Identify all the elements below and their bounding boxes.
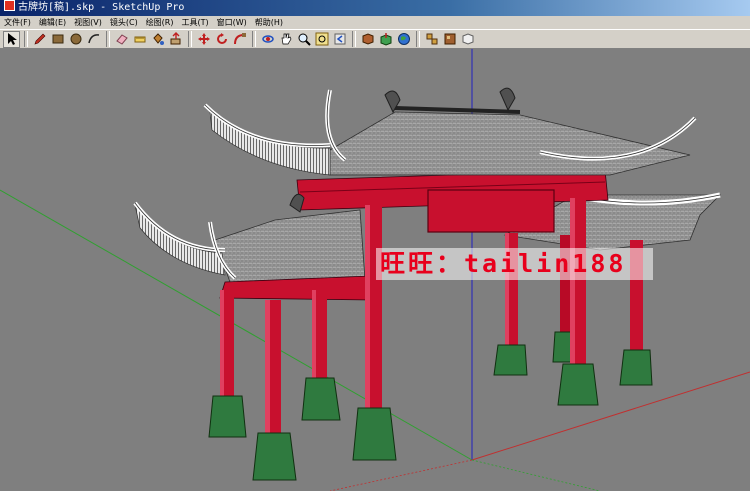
menu-draw[interactable]: 绘图(R) [146,16,174,29]
toolbar-separator [106,31,110,47]
menu-bar: 文件(F) 编辑(E) 视图(V) 镜头(C) 绘图(R) 工具(T) 窗口(W… [0,16,750,29]
share-model-tool-button[interactable] [377,31,394,48]
select-tool-button[interactable] [3,30,20,48]
arc-icon [87,34,99,44]
tape-measure-icon [134,36,145,43]
toolbar-separator [188,31,192,47]
zoom-tool-button[interactable] [295,31,312,48]
orbit-tool-button[interactable] [259,31,276,48]
menu-file[interactable]: 文件(F) [4,16,31,29]
central-roof [203,87,697,176]
rectangle-icon [52,34,63,44]
rotate-icon [216,33,227,44]
google-earth-icon [397,33,410,45]
move-tool-button[interactable] [195,31,212,48]
menu-camera[interactable]: 镜头(C) [110,16,138,29]
toolbar-separator [416,31,420,47]
get-models-icon [362,33,373,45]
eraser-tool-button[interactable] [113,31,130,48]
menu-tools[interactable]: 工具(T) [182,16,209,29]
pencil-icon [34,33,45,45]
push-pull-icon [170,32,180,45]
orbit-icon [261,35,274,43]
main-toolbar [0,29,750,49]
share-model-icon [380,33,391,46]
red-axis-dashed [329,459,473,491]
green-axis-dashed [471,459,601,491]
toolbar-separator [24,31,28,47]
pan-tool-button[interactable] [277,31,294,48]
follow-me-icon [233,33,246,45]
rotate-tool-button[interactable] [213,31,230,48]
eraser-icon [115,34,128,45]
previous-view-tool-button[interactable] [331,31,348,48]
previous-view-icon [334,33,345,45]
toolbar-separator [252,31,256,47]
push-pull-tool-button[interactable] [167,31,184,48]
menu-window[interactable]: 窗口(W) [217,16,247,29]
watermark-text: 旺旺：tailin188 [376,248,653,280]
styles-tool-button[interactable] [459,31,476,48]
follow-me-tool-button[interactable] [231,31,248,48]
pan-icon [281,33,291,45]
select-arrow-icon [7,33,17,45]
get-models-tool-button[interactable] [359,31,376,48]
circle-tool-button[interactable] [67,31,84,48]
menu-view[interactable]: 视图(V) [74,16,102,29]
left-wing-roof [133,193,373,301]
title-bar: 古牌坊[稿].skp - SketchUp Pro [0,0,750,16]
drawing-viewport[interactable]: 旺旺：tailin188 [0,49,750,491]
zoom-icon [298,33,311,46]
menu-help[interactable]: 帮助(H) [255,16,283,29]
move-icon [197,33,210,45]
red-axis-line [471,371,750,461]
toolbar-separator [352,31,356,47]
zoom-extents-icon [315,32,328,46]
rectangle-tool-button[interactable] [49,31,66,48]
styles-icon [462,33,473,45]
window-title: 古牌坊[稿].skp - SketchUp Pro [18,2,185,13]
components-icon [426,33,437,45]
menu-edit[interactable]: 编辑(E) [39,16,66,29]
google-earth-tool-button[interactable] [395,31,412,48]
pencil-tool-button[interactable] [31,31,48,48]
zoom-extents-tool-button[interactable] [313,31,330,48]
name-plaque [427,189,555,233]
paint-bucket-tool-button[interactable] [149,31,166,48]
circle-icon [70,33,81,45]
materials-icon [444,33,455,45]
sketchup-app-icon [4,0,15,11]
materials-tool-button[interactable] [441,31,458,48]
components-tool-button[interactable] [423,31,440,48]
paint-bucket-icon [152,33,164,45]
tape-measure-tool-button[interactable] [131,31,148,48]
arc-tool-button[interactable] [85,31,102,48]
